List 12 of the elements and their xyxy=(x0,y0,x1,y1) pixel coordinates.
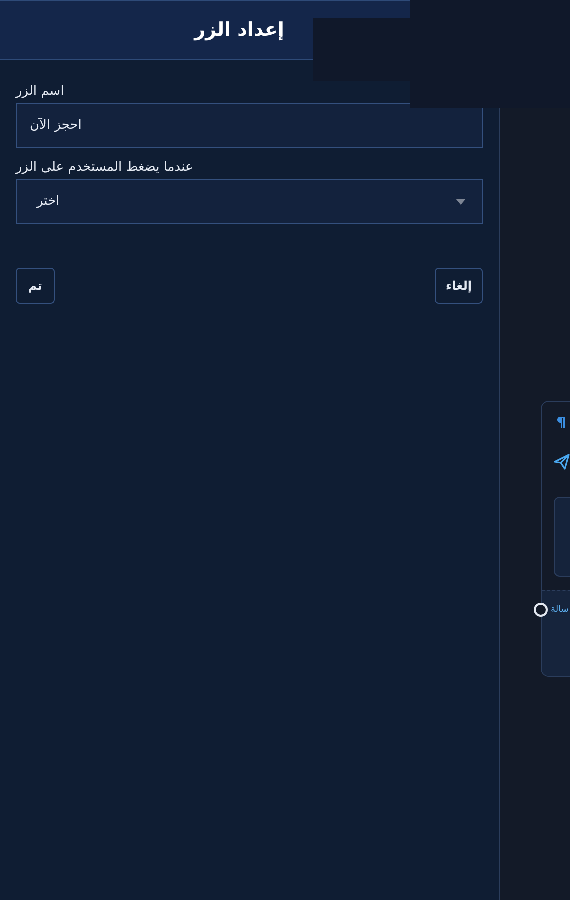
select-field[interactable]: اختر xyxy=(16,179,483,224)
paper-plane-icon xyxy=(554,454,570,470)
dialog-button[interactable]: تم xyxy=(16,268,55,304)
caret-icon xyxy=(456,198,466,204)
port-label: سالة xyxy=(551,605,569,615)
dialog-title: إعداد الزر xyxy=(194,19,284,41)
input-field[interactable]: احجز الآن xyxy=(16,103,483,148)
field-label: اسم الزر xyxy=(16,84,64,99)
paragraph-icon xyxy=(556,417,565,428)
dialog-button[interactable]: إلغاء xyxy=(434,268,483,304)
port-handle[interactable] xyxy=(534,603,548,617)
field-label: عندما يضغط المستخدم على الزر xyxy=(16,160,194,175)
